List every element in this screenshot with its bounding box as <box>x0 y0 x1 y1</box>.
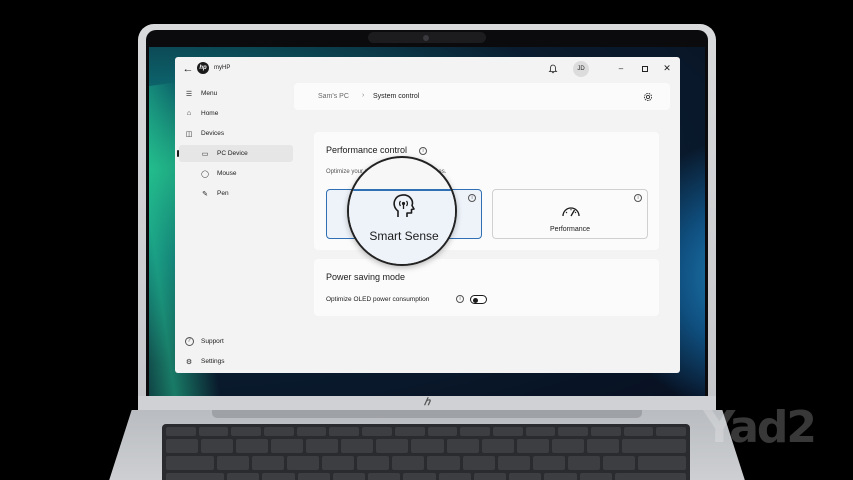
user-avatar[interactable]: JD <box>573 61 589 77</box>
sidebar-item-label: PC Device <box>217 150 248 157</box>
sidebar: ☰ Menu ⌂ Home ◫ Devices ▭ PC Device ◯ Mo… <box>175 85 293 373</box>
title-bar: ← hp myHP JD – ✕ <box>175 57 680 81</box>
sidebar-item-settings[interactable]: ⚙ Settings <box>179 353 293 370</box>
sidebar-item-mouse[interactable]: ◯ Mouse <box>179 165 293 182</box>
breadcrumb: Sam's PC › System control <box>294 83 670 110</box>
smart-sense-head-icon <box>393 194 415 217</box>
sidebar-item-menu[interactable]: ☰ Menu <box>179 85 293 102</box>
sidebar-item-label: Settings <box>201 358 225 365</box>
breadcrumb-current: System control <box>373 93 420 100</box>
info-icon[interactable]: i <box>419 147 427 155</box>
pen-icon: ✎ <box>202 190 208 198</box>
sidebar-item-home[interactable]: ⌂ Home <box>179 105 293 122</box>
app-title: myHP <box>214 65 231 71</box>
hp-logo-icon: ℎ <box>423 397 431 408</box>
power-saving-card: Power saving mode Optimize OLED power co… <box>314 259 659 316</box>
option-label: Smart Sense <box>369 229 439 243</box>
gear-icon: ⚙ <box>185 358 193 366</box>
minimize-button[interactable]: – <box>615 63 627 75</box>
hamburger-icon: ☰ <box>185 90 193 98</box>
close-button[interactable]: ✕ <box>661 62 673 74</box>
devices-icon: ◫ <box>185 130 193 138</box>
info-icon[interactable]: i <box>634 194 642 202</box>
watermark-logo: Yad2 <box>703 402 817 453</box>
gear-icon[interactable] <box>642 91 654 103</box>
sidebar-item-pc-device[interactable]: ▭ PC Device <box>177 145 293 162</box>
sidebar-item-label: Devices <box>201 130 225 137</box>
sidebar-item-support[interactable]: ? Support <box>179 333 293 350</box>
laptop-hinge <box>212 410 642 418</box>
sidebar-item-label: Support <box>201 338 224 345</box>
oled-toggle[interactable] <box>470 295 487 304</box>
info-icon[interactable]: i <box>456 295 464 303</box>
webcam-icon <box>423 35 429 41</box>
hp-logo-icon: hp <box>197 62 209 74</box>
back-arrow-icon[interactable]: ← <box>181 62 195 76</box>
help-icon: ? <box>182 337 196 346</box>
home-icon: ⌂ <box>186 110 192 117</box>
sidebar-item-label: Menu <box>201 90 218 97</box>
mouse-icon: ◯ <box>201 170 209 178</box>
info-icon[interactable]: i <box>468 194 476 202</box>
monitor-icon: ▭ <box>201 150 209 158</box>
magnifier-callout: Smart Sense <box>347 156 457 266</box>
section-title: Power saving mode <box>326 272 406 282</box>
chevron-right-icon: › <box>362 92 365 99</box>
sidebar-item-pen[interactable]: ✎ Pen <box>179 185 293 202</box>
section-title: Performance control <box>326 145 408 155</box>
bell-icon[interactable] <box>548 64 558 74</box>
sidebar-item-label: Home <box>201 110 219 117</box>
performance-option[interactable]: i Performance <box>492 189 648 239</box>
option-label: Performance <box>549 226 591 233</box>
breadcrumb-parent[interactable]: Sam's PC <box>318 93 349 100</box>
sidebar-item-label: Pen <box>217 190 229 197</box>
oled-setting-label: Optimize OLED power consumption <box>326 296 430 303</box>
maximize-button[interactable] <box>639 63 651 75</box>
sidebar-item-label: Mouse <box>217 170 237 177</box>
sidebar-item-devices[interactable]: ◫ Devices <box>179 125 293 142</box>
keyboard <box>162 424 690 480</box>
speedometer-icon <box>562 207 580 217</box>
